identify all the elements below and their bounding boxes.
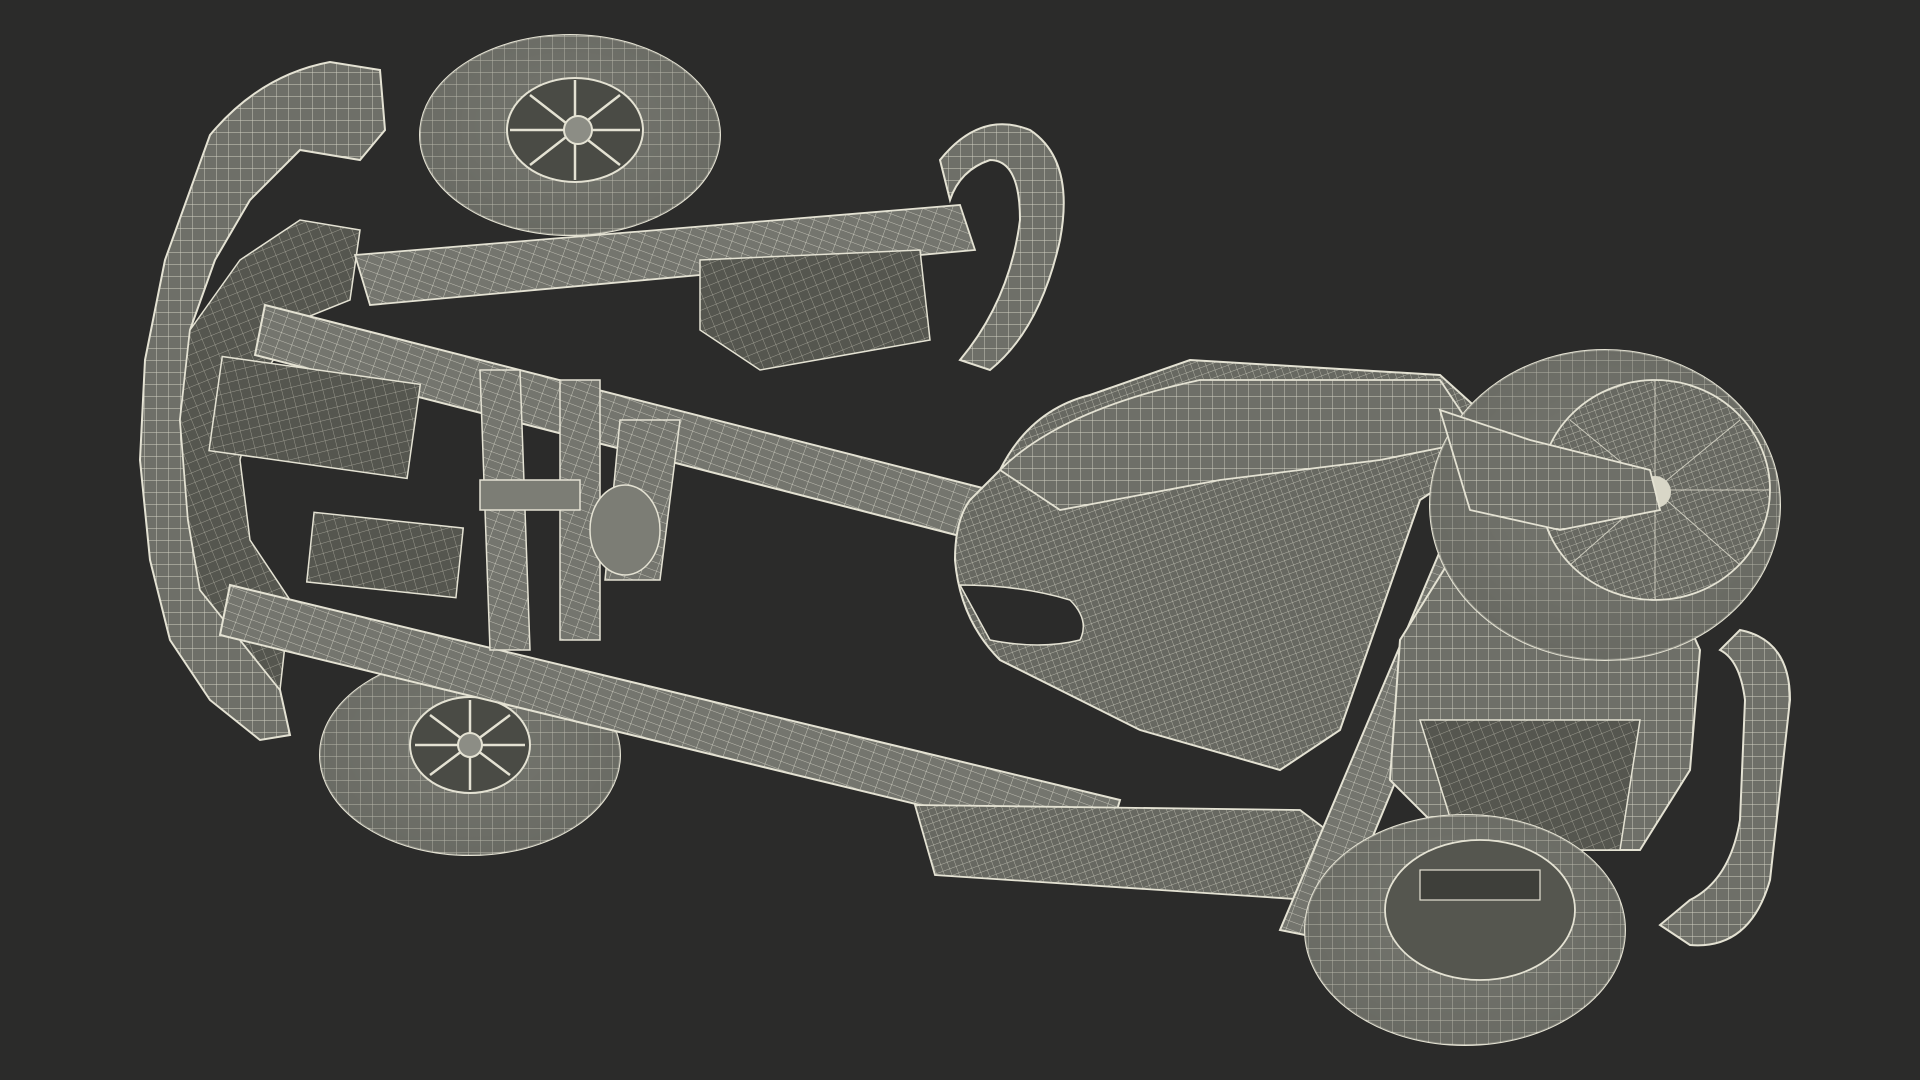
side-pod	[913, 804, 1342, 901]
front-axle-beam	[353, 204, 977, 371]
render-viewport	[0, 0, 1920, 1080]
wireframe-render	[138, 34, 1792, 1046]
front-left-wheel	[419, 34, 721, 236]
rear-right-wheel	[1304, 814, 1626, 1046]
